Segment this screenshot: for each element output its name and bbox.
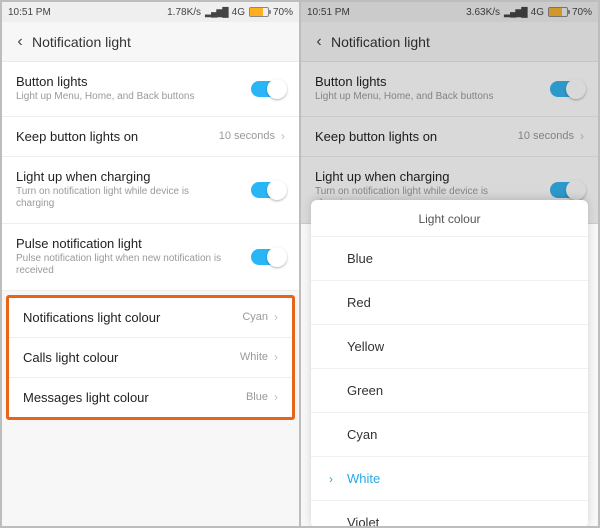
signal-icon: ▂▄▆█ (205, 7, 228, 18)
row-value: White (240, 351, 268, 363)
page-title: Notification light (331, 34, 430, 50)
highlight-box: Notifications light colour Cyan › Calls … (6, 295, 295, 420)
row-title: Calls light colour (23, 350, 118, 365)
status-time: 10:51 PM (8, 7, 51, 18)
row-value: 10 seconds (219, 130, 275, 142)
row-title: Button lights (315, 74, 493, 89)
row-title: Light up when charging (16, 169, 226, 184)
colour-picker-sheet: Light colour Blue Red Yellow Green Cyan … (311, 200, 588, 526)
row-sub: Pulse notification light when new notifi… (16, 253, 226, 278)
network-label: 4G (232, 7, 245, 18)
option-label: Green (347, 383, 383, 398)
sheet-title: Light colour (311, 200, 588, 236)
row-title: Light up when charging (315, 169, 525, 184)
signal-icon: ▂▄▆█ (504, 7, 527, 18)
status-bar: 10:51 PM 1.78K/s ▂▄▆█ 4G 70% (2, 2, 299, 22)
chevron-right-icon: › (274, 390, 278, 404)
network-label: 4G (531, 7, 544, 18)
option-violet[interactable]: Violet (311, 500, 588, 526)
battery-pct: 70% (273, 7, 293, 18)
row-value: Cyan (242, 311, 268, 323)
option-label: Yellow (347, 339, 384, 354)
row-button-lights[interactable]: Button lights Light up Menu, Home, and B… (301, 62, 598, 117)
chevron-right-icon: › (274, 310, 278, 324)
option-label: Violet (347, 515, 379, 526)
status-right: 1.78K/s ▂▄▆█ 4G 70% (167, 7, 293, 18)
row-pulse-light[interactable]: Pulse notification light Pulse notificat… (2, 224, 299, 291)
row-title: Messages light colour (23, 390, 149, 405)
option-label: Cyan (347, 427, 377, 442)
row-messages-colour[interactable]: Messages light colour Blue › (9, 378, 292, 417)
toggle-button-lights[interactable] (251, 81, 285, 97)
row-keep-lights-on[interactable]: Keep button lights on 10 seconds › (301, 117, 598, 157)
option-white[interactable]: › White (311, 456, 588, 500)
row-title: Keep button lights on (315, 129, 437, 144)
back-icon[interactable]: ‹ (307, 33, 331, 51)
phone-left: 10:51 PM 1.78K/s ▂▄▆█ 4G 70% ‹ Notificat… (2, 2, 299, 526)
battery-pct: 70% (572, 7, 592, 18)
row-sub: Turn on notification light while device … (16, 186, 226, 211)
row-notifications-colour[interactable]: Notifications light colour Cyan › (9, 298, 292, 338)
option-label: White (347, 471, 380, 486)
row-value: Blue (246, 391, 268, 403)
row-title: Keep button lights on (16, 129, 138, 144)
row-button-lights[interactable]: Button lights Light up Menu, Home, and B… (2, 62, 299, 117)
toggle-pulse[interactable] (251, 249, 285, 265)
status-speed: 3.63K/s (466, 7, 500, 18)
status-bar: 10:51 PM 3.63K/s ▂▄▆█ 4G 70% (301, 2, 598, 22)
chevron-right-icon: › (580, 129, 584, 143)
option-blue[interactable]: Blue (311, 236, 588, 280)
option-cyan[interactable]: Cyan (311, 412, 588, 456)
back-icon[interactable]: ‹ (8, 33, 32, 51)
option-label: Red (347, 295, 371, 310)
row-sub: Light up Menu, Home, and Back buttons (315, 91, 493, 104)
chevron-right-icon: › (281, 129, 285, 143)
check-icon: › (329, 472, 339, 486)
option-label: Blue (347, 251, 373, 266)
battery-icon (548, 7, 568, 17)
row-keep-lights-on[interactable]: Keep button lights on 10 seconds › (2, 117, 299, 157)
page-header: ‹ Notification light (301, 22, 598, 62)
row-light-charging[interactable]: Light up when charging Turn on notificat… (2, 157, 299, 224)
chevron-right-icon: › (274, 350, 278, 364)
option-yellow[interactable]: Yellow (311, 324, 588, 368)
row-title: Button lights (16, 74, 194, 89)
option-red[interactable]: Red (311, 280, 588, 324)
row-sub: Light up Menu, Home, and Back buttons (16, 91, 194, 104)
page-title: Notification light (32, 34, 131, 50)
toggle-charging[interactable] (251, 182, 285, 198)
row-title: Pulse notification light (16, 236, 226, 251)
phone-right: 10:51 PM 3.63K/s ▂▄▆█ 4G 70% ‹ Notificat… (301, 2, 598, 526)
option-green[interactable]: Green (311, 368, 588, 412)
status-right: 3.63K/s ▂▄▆█ 4G 70% (466, 7, 592, 18)
toggle-charging[interactable] (550, 182, 584, 198)
page-header: ‹ Notification light (2, 22, 299, 62)
settings-list: Button lights Light up Menu, Home, and B… (2, 62, 299, 526)
toggle-button-lights[interactable] (550, 81, 584, 97)
row-value: 10 seconds (518, 130, 574, 142)
row-calls-colour[interactable]: Calls light colour White › (9, 338, 292, 378)
row-title: Notifications light colour (23, 310, 160, 325)
two-screenshot-frame: 10:51 PM 1.78K/s ▂▄▆█ 4G 70% ‹ Notificat… (0, 0, 600, 528)
status-speed: 1.78K/s (167, 7, 201, 18)
battery-icon (249, 7, 269, 17)
status-time: 10:51 PM (307, 7, 350, 18)
